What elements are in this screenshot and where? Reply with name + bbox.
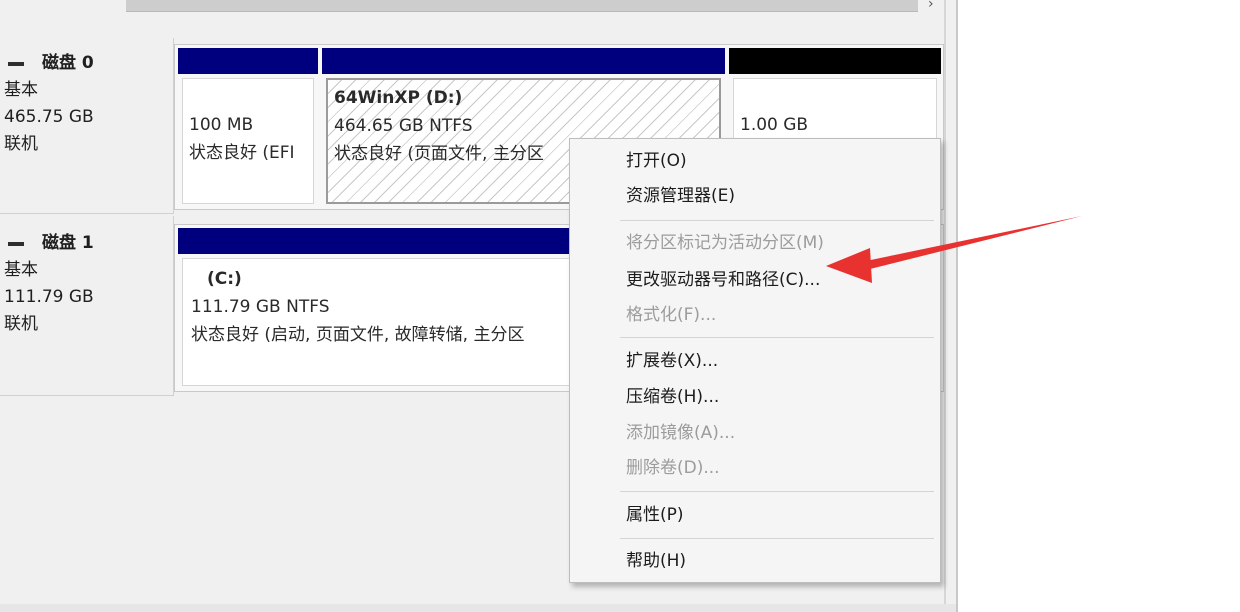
disk-name: 磁盘 0: [42, 53, 94, 73]
disk-1-label[interactable]: 磁盘 1 基本 111.79 GB 联机: [0, 216, 174, 396]
menu-item-help[interactable]: 帮助(H): [626, 549, 686, 573]
disk-type: 基本: [4, 260, 38, 280]
disk-status: 联机: [4, 314, 38, 334]
menu-separator: [620, 538, 934, 539]
partition-efi[interactable]: 100 MB 状态良好 (EFI: [178, 48, 318, 208]
scroll-right-arrow-icon[interactable]: ›: [928, 0, 934, 12]
partition-status: 状态良好 (EFI: [189, 143, 295, 163]
menu-item-explorer[interactable]: 资源管理器(E): [626, 184, 735, 208]
disk-size: 111.79 GB: [4, 287, 94, 307]
menu-item-open[interactable]: 打开(O): [626, 149, 687, 173]
disk-0-label[interactable]: 磁盘 0 基本 465.75 GB 联机: [0, 38, 174, 214]
partition-size: 1.00 GB: [740, 115, 809, 135]
partition-title: 64WinXP (D:): [334, 88, 463, 108]
horizontal-scrollbar[interactable]: [126, 0, 918, 12]
menu-item-format[interactable]: 格式化(F)...: [626, 303, 716, 327]
disk-icon: [8, 61, 24, 66]
partition-size: 100 MB: [189, 115, 254, 135]
status-bar: [0, 604, 956, 612]
menu-separator: [620, 337, 934, 338]
menu-item-change-drive-letter[interactable]: 更改驱动器号和路径(C)...: [626, 268, 820, 292]
menu-item-properties[interactable]: 属性(P): [626, 503, 684, 527]
disk-icon: [8, 241, 24, 246]
disk-status: 联机: [4, 134, 38, 154]
menu-item-mark-active[interactable]: 将分区标记为活动分区(M): [626, 231, 824, 255]
context-menu: 打开(O) 资源管理器(E) 将分区标记为活动分区(M) 更改驱动器号和路径(C…: [569, 138, 941, 583]
vertical-scrollbar-track[interactable]: [944, 0, 946, 612]
disk-size: 465.75 GB: [4, 107, 94, 127]
menu-item-shrink-volume[interactable]: 压缩卷(H)...: [626, 385, 719, 409]
menu-item-add-mirror[interactable]: 添加镜像(A)...: [626, 421, 735, 445]
partition-size: 464.65 GB NTFS: [334, 116, 473, 136]
disk-name: 磁盘 1: [42, 233, 94, 253]
menu-separator: [620, 220, 934, 221]
menu-separator: [620, 491, 934, 492]
partition-bar: [322, 48, 725, 74]
partition-bar: [178, 48, 318, 74]
partition-bar: [729, 48, 941, 74]
menu-item-delete-volume[interactable]: 删除卷(D)...: [626, 456, 720, 480]
disk-type: 基本: [4, 80, 38, 100]
menu-item-extend-volume[interactable]: 扩展卷(X)...: [626, 349, 718, 373]
